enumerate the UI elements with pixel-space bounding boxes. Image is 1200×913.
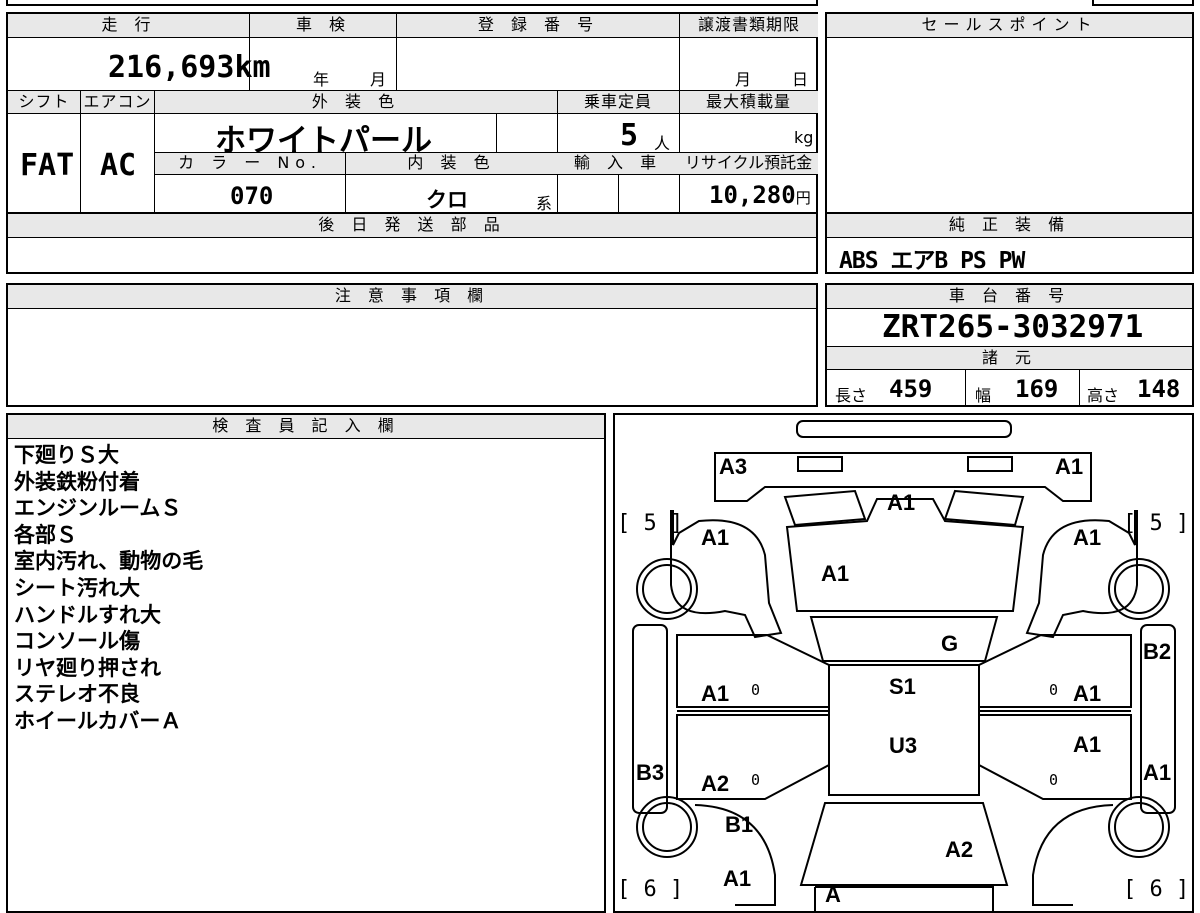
note-item: ホイールカバーＡ [14, 708, 182, 733]
damage-label-door-rr: A1 [1073, 732, 1102, 757]
damage-label-fender-right: A1 [1073, 525, 1102, 550]
transfer-month-label: 月 [735, 70, 752, 89]
later-parts-header: 後 日 発 送 部 品 [8, 214, 816, 238]
aircon-value: AC [100, 148, 137, 183]
chassis-header: 車 台 番 号 [827, 285, 1192, 309]
caution-header: 注 意 事 項 欄 [8, 285, 816, 309]
damage-label-door-fl: A1 [701, 681, 730, 706]
damage-label-hood: A1 [887, 490, 916, 515]
specs-length: 459 [889, 375, 933, 403]
note-item: エンジンルームＳ [14, 496, 182, 521]
mileage-value: 216,693km [108, 50, 271, 85]
damage-label-door-fr: A1 [1073, 681, 1102, 706]
specs-header: 諸 元 [827, 346, 1192, 370]
chassis-value: ZRT265-3032971 [882, 309, 1144, 345]
max-load-header: 最大積載量 [679, 91, 818, 114]
damage-label-door-rl: A2 [701, 771, 730, 796]
note-item: 下廻りＳ大 [14, 443, 119, 467]
divider [1079, 370, 1080, 405]
inspection-year-label: 年 [313, 70, 330, 89]
recycle-header: リサイクル預託金 [679, 153, 818, 175]
sales-point-header: セールスポイント [827, 14, 1192, 38]
exterior-color-header: 外 装 色 [155, 91, 557, 114]
damage-label-front-left: A3 [719, 454, 748, 479]
mark-door-fr: 0 [1049, 681, 1059, 699]
inspection-month-label: 月 [370, 70, 387, 89]
divider [618, 175, 619, 212]
inspection-header: 車 検 [250, 14, 397, 38]
transfer-header: 譲渡書類期限 [680, 14, 818, 38]
standard-equipment-header: 純 正 装 備 [827, 214, 1192, 238]
divider [396, 14, 397, 91]
mark-door-rr: 0 [1049, 771, 1059, 789]
interior-color-header: 内 装 色 [346, 153, 557, 175]
specs-length-label: 長さ [835, 386, 868, 405]
damage-label-roof-rear: U3 [889, 733, 918, 758]
bracket-rear-right: [ 6 ] [1123, 877, 1190, 902]
specs-width-label: 幅 [975, 386, 992, 405]
vehicle-info-table: 走 行 車 検 登 録 番 号 譲渡書類期限 216,693km 年 月 月 日… [6, 12, 818, 214]
specs-width: 169 [1015, 375, 1059, 403]
note-item: ハンドルすれ大 [14, 602, 161, 627]
later-parts-box: 後 日 発 送 部 品 [6, 212, 818, 274]
mileage-header: 走 行 [8, 14, 250, 38]
interior-color-value: クロ [426, 188, 468, 212]
specs-height-label: 高さ [1087, 386, 1120, 405]
recycle-value: 10,280円 [709, 181, 811, 209]
standard-equipment-value: ABS エアB PS PW [839, 248, 1025, 274]
damage-label-glass: G [941, 631, 959, 656]
damage-label-fender-left: A1 [701, 525, 730, 550]
interior-color-suffix: 系 [536, 194, 553, 213]
damage-label-rear-left: A1 [723, 866, 752, 891]
capacity-header: 乗車定員 [557, 91, 679, 114]
note-item: 室内汚れ、動物の毛 [14, 549, 204, 574]
aircon-header: エアコン [80, 91, 155, 114]
damage-label-windshield: A1 [821, 561, 850, 586]
color-no-value: 070 [230, 182, 274, 210]
chassis-box: 車 台 番 号 ZRT265-3032971 諸 元 長さ 459 幅 169 … [825, 283, 1194, 407]
bracket-front-right: [ 5 ] [1123, 511, 1190, 536]
inspector-header: 検 査 員 記 入 欄 [8, 415, 604, 439]
damage-label-roof: S1 [889, 674, 916, 699]
color-no-header: カ ラ ー No. [155, 153, 345, 175]
mark-door-rl: 0 [751, 771, 761, 789]
damage-label-qtr-left: B3 [636, 760, 665, 785]
damage-label-rear-fender-left: B1 [725, 812, 754, 837]
shift-header: シフト [8, 91, 80, 114]
divider [80, 91, 81, 212]
damage-label-qtr-right: A1 [1143, 760, 1172, 785]
note-item: 外装鉄粉付着 [14, 469, 140, 494]
specs-height: 148 [1137, 375, 1181, 403]
sales-point-box: セールスポイント [825, 12, 1194, 214]
registration-header: 登 録 番 号 [397, 14, 680, 38]
damage-label-front-right: A1 [1055, 454, 1084, 479]
mark-door-fl: 0 [751, 681, 761, 699]
damage-label-rear-glass: A2 [945, 837, 974, 862]
note-item: ステレオ不良 [14, 682, 140, 707]
car-diagram-box: A3 A1 A1 A1 A1 A1 G B2 S1 A1 A1 0 0 U3 A… [613, 413, 1194, 913]
divider [965, 370, 966, 405]
bracket-front-left: [ 5 ] [617, 511, 684, 536]
divider [679, 14, 680, 91]
capacity-unit: 人 [654, 134, 671, 153]
note-item: 各部Ｓ [14, 522, 77, 547]
top-strip-right [1092, 0, 1194, 6]
standard-equipment-box: 純 正 装 備 ABS エアB PS PW [825, 212, 1194, 274]
caution-box: 注 意 事 項 欄 [6, 283, 818, 407]
top-strip [6, 0, 818, 6]
bracket-rear-left: [ 6 ] [617, 877, 684, 902]
damage-label-side-right-b: B2 [1143, 639, 1172, 664]
capacity-value: 5 [620, 118, 639, 153]
note-item: リヤ廻り押され [14, 655, 161, 680]
transfer-day-label: 日 [792, 70, 809, 89]
note-item: コンソール傷 [14, 629, 140, 654]
inspector-notes: 下廻りＳ大 外装鉄粉付着 エンジンルームＳ 各部Ｓ 室内汚れ、動物の毛 シート汚… [14, 442, 203, 735]
inspector-box: 検 査 員 記 入 欄 下廻りＳ大 外装鉄粉付着 エンジンルームＳ 各部Ｓ 室内… [6, 413, 606, 913]
divider [496, 114, 497, 153]
shift-value: FAT [20, 148, 75, 183]
import-header: 輸 入 車 [557, 153, 679, 175]
damage-label-rear-bumper: A [825, 882, 841, 907]
max-load-unit: kg [794, 128, 814, 147]
note-item: シート汚れ大 [14, 575, 140, 600]
